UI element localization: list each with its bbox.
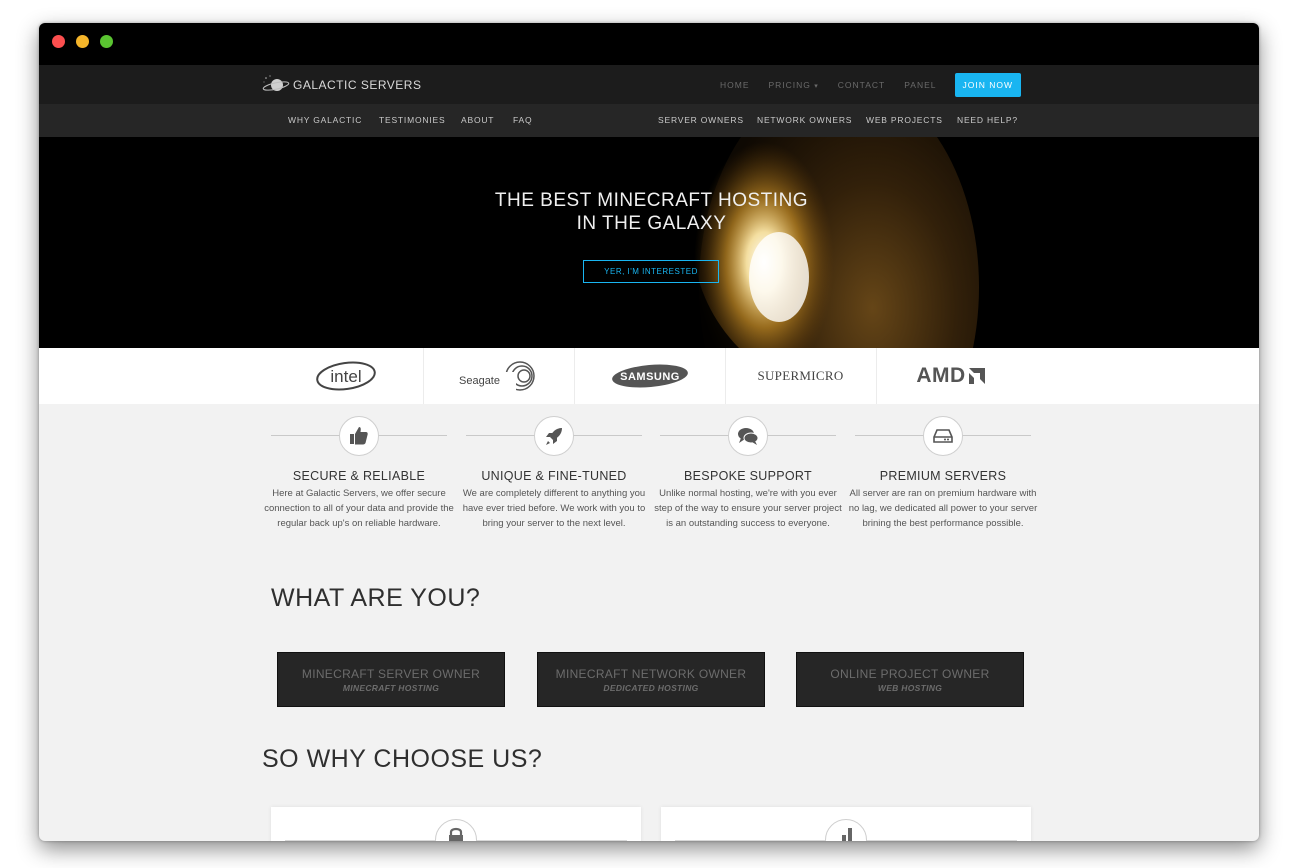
interested-button[interactable]: YER, I'M INTERESTED: [583, 260, 719, 283]
lock-icon: [435, 819, 477, 841]
why-choose-us-title: SO WHY CHOOSE US?: [262, 745, 543, 773]
partner-logos: intel Seagate SAMSUNG SUPERMICRO AMD: [39, 348, 1259, 404]
subnav-faq[interactable]: FAQ: [513, 115, 532, 125]
minecraft-server-owner-button[interactable]: MINECRAFT SERVER OWNER MINECRAFT HOSTING: [277, 652, 505, 707]
site-header: GALACTIC SERVERS HOME PRICING ▾ CONTACT …: [39, 65, 1259, 104]
seagate-logo: Seagate: [423, 348, 574, 404]
subnav-need-help[interactable]: NEED HELP?: [957, 115, 1018, 125]
nav-panel[interactable]: PANEL: [904, 80, 936, 90]
caret-down-icon: ▾: [814, 82, 819, 90]
choice-subtitle: DEDICATED HOSTING: [603, 683, 699, 693]
why-card: [661, 807, 1031, 841]
logo-text: GALACTIC SERVERS: [293, 78, 422, 92]
maximize-window-button[interactable]: [100, 35, 113, 48]
svg-text:SAMSUNG: SAMSUNG: [620, 371, 680, 383]
hero-title-line-2: IN THE GALAXY: [576, 213, 727, 234]
join-now-button[interactable]: JOIN NOW: [954, 72, 1021, 97]
choice-title: MINECRAFT NETWORK OWNER: [555, 667, 747, 681]
amd-logo: AMD: [876, 348, 1027, 404]
intel-logo: intel: [269, 348, 423, 404]
why-card: [271, 807, 641, 841]
site-logo[interactable]: GALACTIC SERVERS: [261, 73, 421, 97]
nav-pricing-label: PRICING: [768, 79, 811, 90]
planet-eclipse-image: [39, 137, 1259, 348]
what-are-you-title: WHAT ARE YOU?: [271, 584, 481, 612]
choice-title: MINECRAFT SERVER OWNER: [301, 667, 481, 681]
supermicro-logo: SUPERMICRO: [757, 368, 844, 383]
online-project-owner-button[interactable]: ONLINE PROJECT OWNER WEB HOSTING: [796, 652, 1024, 707]
feature-text: All server are ran on premium hardware w…: [848, 488, 1038, 529]
nav-contact[interactable]: CONTACT: [838, 80, 885, 90]
rocket-icon: [534, 416, 574, 456]
feature-title: PREMIUM SERVERS: [879, 469, 1007, 483]
feature-title: UNIQUE & FINE-TUNED: [481, 469, 627, 483]
minimize-window-button[interactable]: [76, 35, 89, 48]
feature-text: Here at Galactic Servers, we offer secur…: [264, 488, 454, 529]
hero-title: THE BEST MINECRAFT HOSTING IN THE GALAXY: [39, 189, 1259, 235]
nav-home[interactable]: HOME: [720, 80, 750, 90]
subnav-server-owners[interactable]: SERVER OWNERS: [658, 115, 744, 125]
top-nav: HOME PRICING ▾ CONTACT PANEL JOIN NOW: [701, 65, 1021, 104]
planet-logo-icon: [262, 75, 290, 91]
hero-title-line-1: THE BEST MINECRAFT HOSTING: [494, 190, 809, 211]
thumbs-up-icon: [339, 416, 379, 456]
subnav-about[interactable]: ABOUT: [461, 115, 494, 125]
browser-window: GALACTIC SERVERS HOME PRICING ▾ CONTACT …: [39, 23, 1259, 841]
subnav-web-projects[interactable]: WEB PROJECTS: [866, 115, 943, 125]
close-window-button[interactable]: [52, 35, 65, 48]
feature-text: Unlike normal hosting, we're with you ev…: [654, 488, 842, 529]
choice-title: ONLINE PROJECT OWNER: [830, 667, 990, 681]
choice-subtitle: MINECRAFT HOSTING: [342, 683, 440, 693]
subnav-testimonies[interactable]: TESTIMONIES: [379, 115, 445, 125]
feature-title: BESPOKE SUPPORT: [684, 469, 812, 483]
samsung-logo: SAMSUNG: [574, 348, 725, 404]
feature-text: We are completely different to anything …: [462, 488, 646, 529]
window-titlebar: [39, 23, 1259, 65]
secondary-nav: WHY GALACTIC TESTIMONIES ABOUT FAQ SERVE…: [39, 104, 1259, 137]
minecraft-network-owner-button[interactable]: MINECRAFT NETWORK OWNER DEDICATED HOSTIN…: [537, 652, 765, 707]
svg-text:intel: intel: [330, 367, 361, 386]
chat-bubbles-icon: [728, 416, 768, 456]
choice-subtitle: WEB HOSTING: [877, 683, 943, 693]
hard-drive-icon: [923, 416, 963, 456]
feature-title: SECURE & RELIABLE: [292, 469, 426, 483]
nav-pricing[interactable]: PRICING ▾: [768, 80, 818, 90]
subnav-why-galactic[interactable]: WHY GALACTIC: [288, 115, 362, 125]
bar-chart-icon: [825, 819, 867, 841]
hero-banner: THE BEST MINECRAFT HOSTING IN THE GALAXY…: [39, 137, 1259, 348]
subnav-network-owners[interactable]: NETWORK OWNERS: [757, 115, 852, 125]
